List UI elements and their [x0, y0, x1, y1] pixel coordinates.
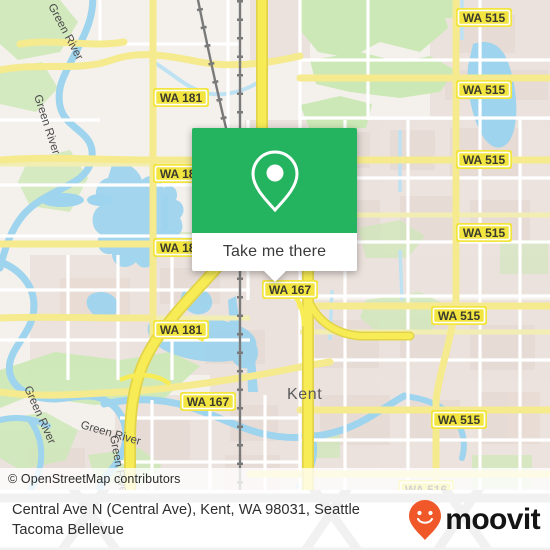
highway-shield-label: WA 515	[463, 11, 506, 25]
callout-marker-area	[192, 128, 357, 233]
highway-shield-label: WA 181	[160, 91, 203, 105]
highway-shield-label: WA 515	[438, 413, 481, 427]
highway-shield-label: WA 181	[160, 323, 203, 337]
highway-shield: WA 515	[456, 80, 512, 99]
highway-shield: WA 515	[456, 8, 512, 27]
highway-shield-label: WA 167	[187, 395, 230, 409]
highway-shield: WA 515	[456, 150, 512, 169]
callout-action-area[interactable]: Take me there	[192, 233, 357, 282]
map-attribution: © OpenStreetMap contributors	[0, 468, 550, 490]
highway-shield: WA 181	[153, 320, 209, 339]
highway-shield: WA 515	[456, 223, 512, 242]
callout-tail	[263, 271, 286, 282]
take-me-there-label: Take me there	[222, 243, 327, 260]
moovit-pin-smiley-icon	[409, 500, 442, 540]
highway-shield: WA 167	[262, 280, 318, 299]
map-canvas[interactable]: Kent Green River Green River Green River…	[0, 0, 550, 490]
highway-shield: WA 167	[180, 392, 236, 411]
moovit-logo[interactable]: moovit	[408, 499, 541, 541]
address-text: Central Ave N (Central Ave), Kent, WA 98…	[12, 502, 360, 538]
highway-shield: WA 515	[431, 410, 487, 429]
highway-shield: WA 515	[431, 306, 487, 325]
footer-bar: Central Ave N (Central Ave), Kent, WA 98…	[0, 490, 550, 550]
attribution-text: © OpenStreetMap contributors	[8, 472, 181, 486]
highway-shield-label: WA 515	[438, 309, 481, 323]
map-pin-icon	[250, 149, 299, 212]
destination-callout[interactable]: Take me there	[192, 128, 357, 282]
highway-shield-label: WA 515	[463, 226, 506, 240]
highway-shield-label: WA 515	[463, 153, 506, 167]
city-label-kent: Kent	[287, 386, 322, 403]
moovit-wordmark: moovit	[445, 503, 540, 536]
highway-shield-label: WA 167	[269, 283, 312, 297]
highway-shield-label: WA 515	[463, 83, 506, 97]
highway-shield: WA 181	[153, 88, 209, 107]
